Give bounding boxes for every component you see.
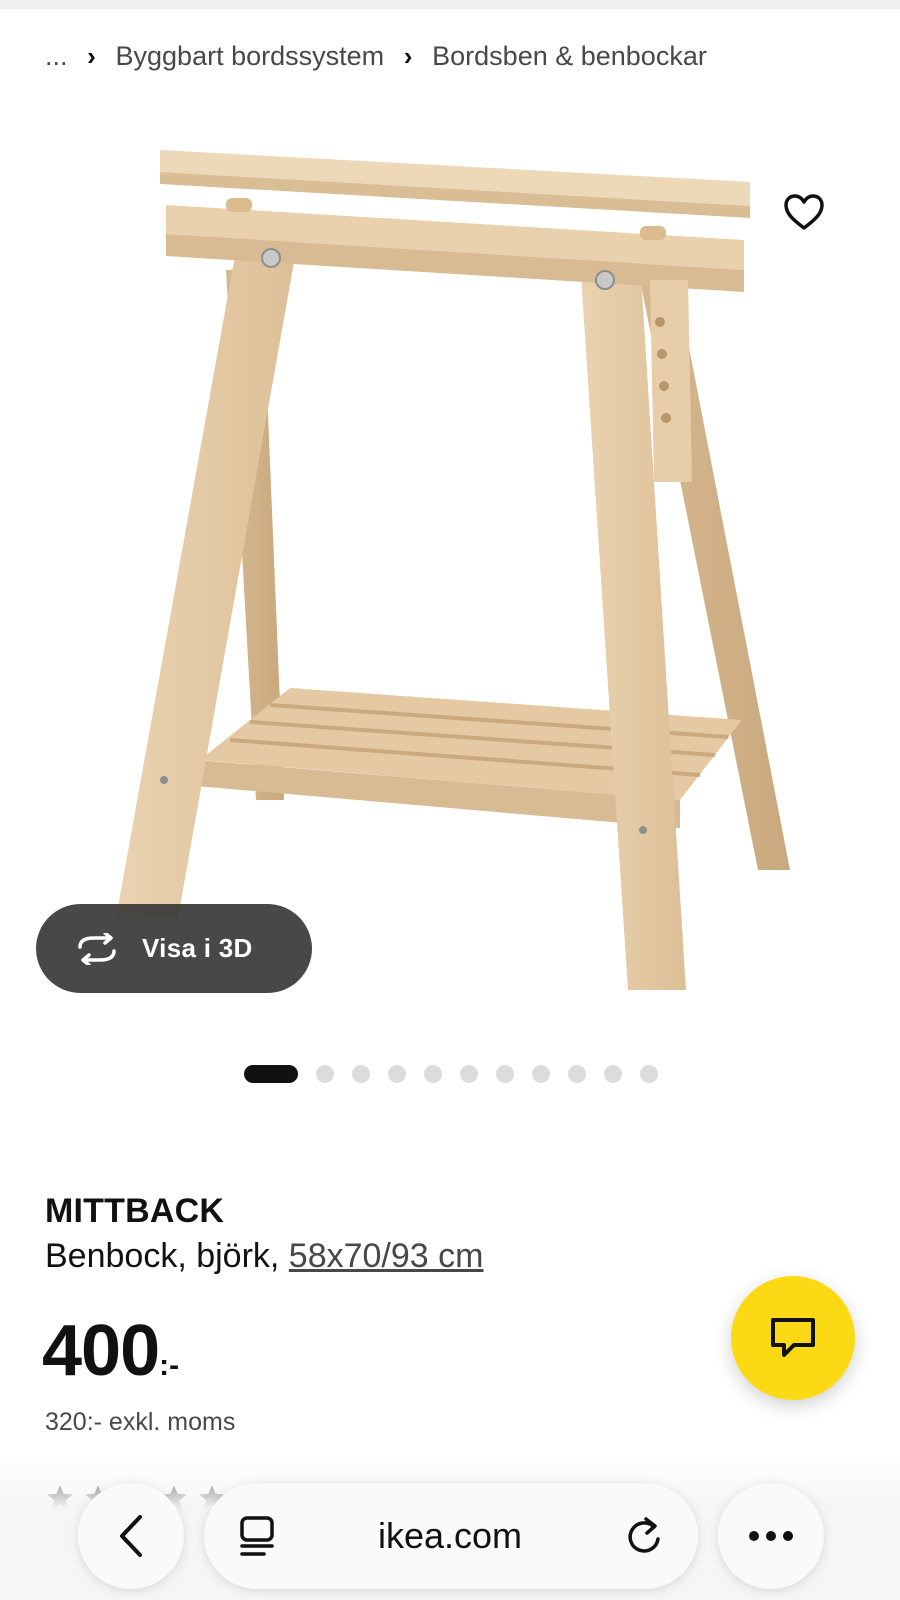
pager-dot[interactable] [568,1065,586,1083]
pager-dot[interactable] [460,1065,478,1083]
favorite-button[interactable] [784,194,836,246]
breadcrumb-item-byggbart-bordssystem[interactable]: Byggbart bordssystem [116,41,385,72]
browser-more-button[interactable] [718,1483,824,1589]
pager-dot[interactable] [388,1065,406,1083]
pager-dot[interactable] [352,1065,370,1083]
product-description-text: Benbock, björk, [45,1237,289,1275]
product-description: Benbock, björk, 58x70/93 cm [45,1237,483,1276]
price-suffix: :- [159,1349,180,1382]
chat-bubble-icon [771,1318,815,1357]
breadcrumb: ... › Byggbart bordssystem › Bordsben & … [45,36,707,76]
trestle-illustration [116,150,790,990]
pager-dot-active[interactable] [244,1065,298,1083]
rotate-3d-icon [78,932,116,965]
browser-back-button[interactable] [78,1483,184,1589]
breadcrumb-ellipsis[interactable]: ... [45,41,68,72]
browser-address-bar[interactable]: ikea.com [204,1483,698,1589]
breadcrumb-separator: › [403,40,413,71]
product-name: MITTBACK [45,1192,225,1230]
pager-dot[interactable] [640,1065,658,1083]
pager-dot[interactable] [532,1065,550,1083]
chevron-left-icon [120,1515,142,1557]
more-horizontal-icon [749,1531,793,1541]
image-pager [244,1064,676,1084]
chat-button[interactable] [731,1276,855,1400]
pager-dot[interactable] [316,1065,334,1083]
pager-dot[interactable] [604,1065,622,1083]
view-3d-button[interactable]: Visa i 3D [36,904,312,993]
browser-url: ikea.com [377,1515,523,1556]
heart-outline-icon [784,194,824,230]
view-3d-label: Visa i 3D [142,933,253,963]
pager-dot[interactable] [424,1065,442,1083]
product-size-link[interactable]: 58x70/93 cm [289,1237,484,1275]
reader-icon [240,1516,274,1556]
price-amount: 400 [42,1311,160,1391]
top-strip [0,0,900,9]
breadcrumb-item-bordsben[interactable]: Bordsben & benbockar [432,41,707,72]
product-price: 400 :- [42,1310,179,1392]
price-excl-vat: 320:- exkl. moms [45,1408,236,1436]
breadcrumb-separator: › [87,40,96,71]
product-image[interactable] [0,110,900,1030]
reload-icon[interactable] [624,1515,664,1557]
pager-dot[interactable] [496,1065,514,1083]
